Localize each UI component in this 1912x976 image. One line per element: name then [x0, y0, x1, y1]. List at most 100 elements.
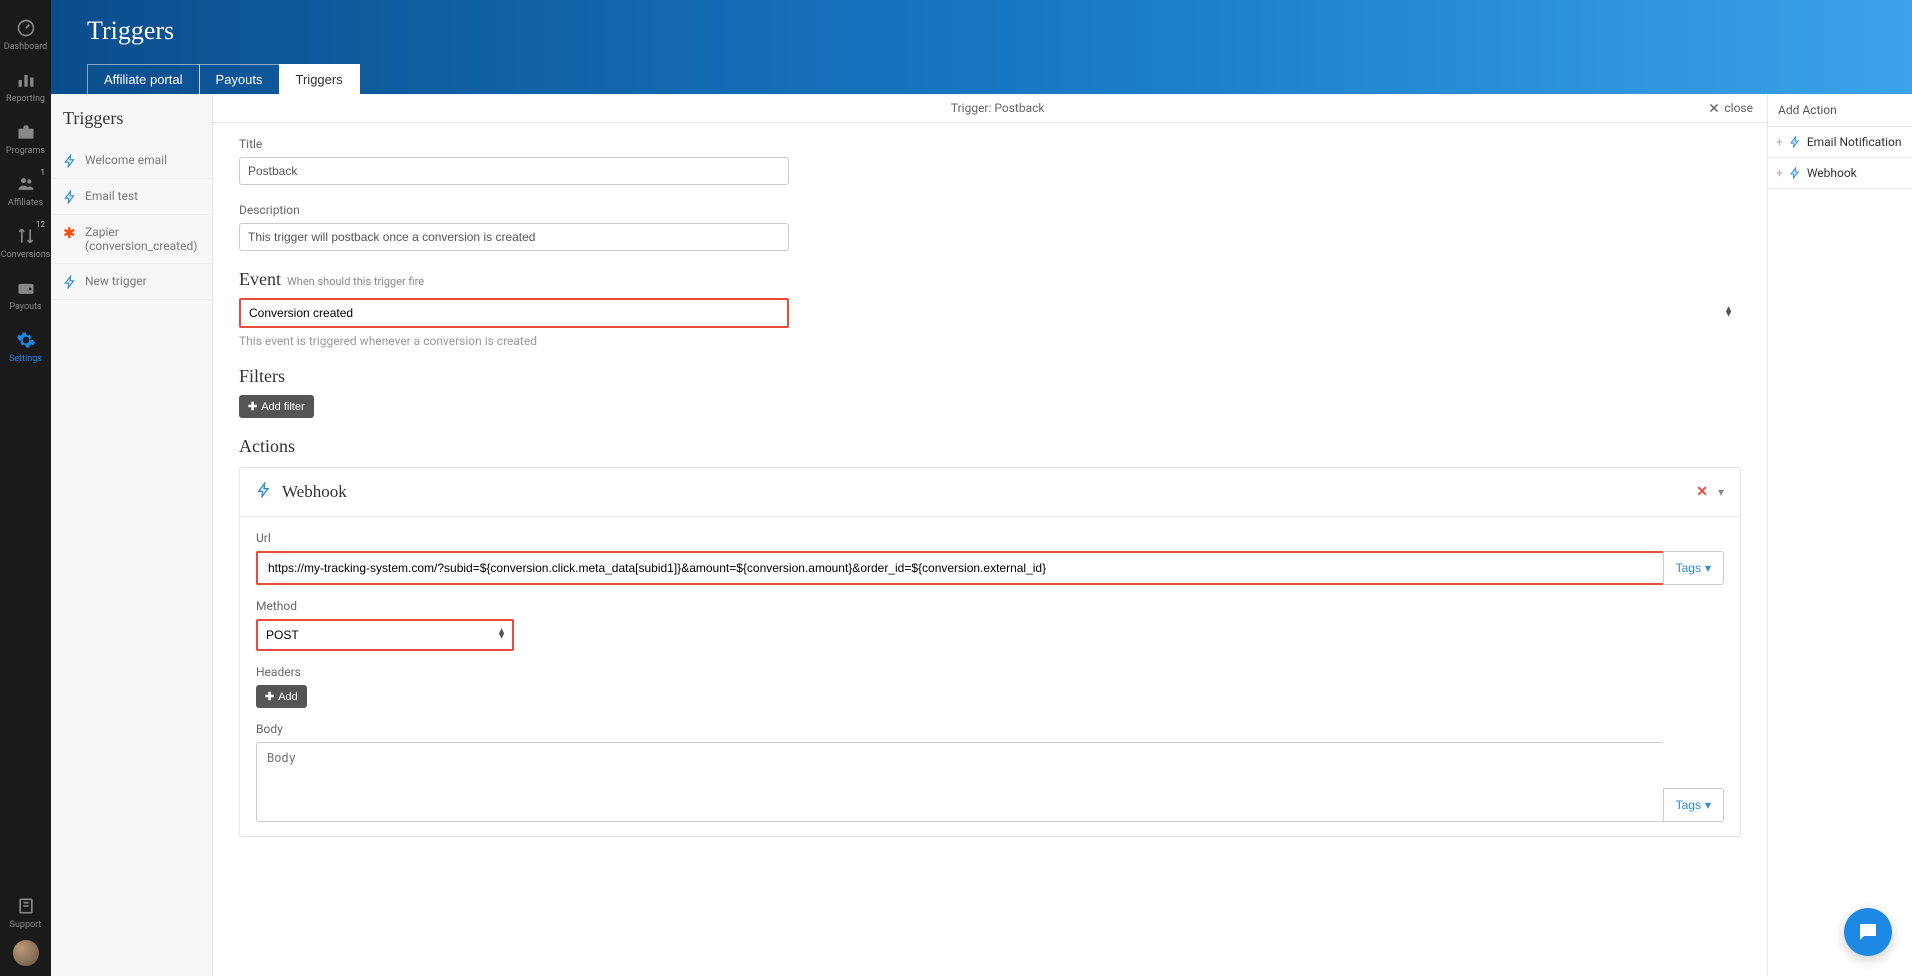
event-section-title: Event [239, 269, 281, 290]
nav-affiliates-label: Affiliates [8, 198, 43, 208]
tabs: Affiliate portal Payouts Triggers [87, 64, 1912, 94]
chat-icon [1856, 920, 1880, 944]
wallet-icon [16, 278, 36, 298]
triggers-sidebar: Triggers Welcome email Email test ✱ Zapi… [51, 94, 213, 976]
lightning-icon [63, 275, 77, 289]
add-action-panel: Add Action + Email Notification + Webhoo… [1767, 94, 1912, 976]
filters-section-title: Filters [239, 366, 285, 387]
chevron-down-icon[interactable]: ▾ [1718, 485, 1724, 499]
nav-payouts-label: Payouts [9, 302, 41, 312]
add-header-label: Add [278, 691, 298, 703]
caret-down-icon: ▾ [1705, 561, 1711, 575]
nav-settings-label: Settings [9, 354, 42, 364]
tab-affiliate-portal[interactable]: Affiliate portal [87, 64, 200, 94]
add-filter-label: Add filter [261, 401, 304, 413]
action-card-title: Webhook [282, 482, 347, 502]
close-label: close [1724, 101, 1753, 115]
add-action-label: Email Notification [1807, 135, 1902, 149]
nav-settings[interactable]: Settings [0, 322, 51, 374]
briefcase-icon [16, 122, 36, 142]
exchange-icon [16, 226, 36, 246]
trigger-item-email-test[interactable]: Email test [51, 179, 212, 215]
trigger-item-label: New trigger [85, 274, 147, 288]
event-helper: This event is triggered whenever a conve… [239, 334, 1741, 348]
method-label: Method [256, 599, 1724, 613]
caret-down-icon: ▾ [1705, 798, 1711, 812]
event-select[interactable]: Conversion created [239, 298, 789, 328]
chart-icon [16, 70, 36, 90]
event-section-sub: When should this trigger fire [287, 275, 424, 288]
method-select[interactable]: POST [256, 619, 514, 651]
tags-button[interactable]: Tags ▾ [1663, 551, 1724, 585]
users-icon [16, 174, 36, 194]
editor-header-title: Trigger: Postback [287, 101, 1708, 115]
add-action-title: Add Action [1768, 94, 1912, 127]
plus-icon: ✚ [265, 690, 274, 703]
lightning-icon [63, 190, 77, 204]
plus-icon: + [1776, 135, 1783, 149]
url-label: Url [256, 531, 1724, 545]
trigger-item-zapier[interactable]: ✱ Zapier (conversion_created) [51, 215, 212, 264]
title-label: Title [239, 137, 1741, 151]
add-action-webhook[interactable]: + Webhook [1768, 158, 1912, 189]
dashboard-icon [16, 18, 36, 38]
nav-affiliates[interactable]: 1 Affiliates [0, 166, 51, 218]
nav-programs-label: Programs [6, 146, 45, 156]
body-label: Body [256, 722, 1724, 736]
remove-action-button[interactable]: ✕ [1696, 484, 1708, 500]
trigger-item-welcome-email[interactable]: Welcome email [51, 143, 212, 179]
triggers-sidebar-title: Triggers [51, 94, 212, 143]
trigger-editor: Trigger: Postback close Title Descriptio… [213, 94, 1767, 976]
nav-affiliates-badge: 1 [41, 168, 46, 177]
nav-conversions-label: Conversions [1, 250, 51, 260]
page-title: Triggers [87, 16, 1912, 46]
nav-conversions-badge: 12 [36, 220, 45, 229]
trigger-item-label: Zapier (conversion_created) [85, 225, 200, 253]
lightning-icon [1789, 136, 1801, 148]
nav-support-label: Support [10, 920, 42, 930]
zapier-icon: ✱ [63, 226, 77, 240]
url-input[interactable] [256, 551, 1663, 585]
add-action-email[interactable]: + Email Notification [1768, 127, 1912, 158]
user-avatar[interactable] [13, 940, 39, 966]
add-action-label: Webhook [1807, 166, 1857, 180]
nav-support[interactable]: Support [0, 888, 51, 940]
tab-payouts[interactable]: Payouts [199, 64, 280, 94]
description-label: Description [239, 203, 1741, 217]
body-textarea[interactable] [256, 742, 1663, 822]
headers-label: Headers [256, 665, 1724, 679]
editor-header: Trigger: Postback close [213, 94, 1767, 123]
nav-rail: Dashboard Reporting Programs 1 Affiliate… [0, 0, 51, 976]
trigger-item-label: Welcome email [85, 153, 167, 167]
lightning-icon [256, 482, 272, 502]
trigger-item-new[interactable]: New trigger [51, 264, 212, 300]
page-banner: Triggers Affiliate portal Payouts Trigge… [51, 0, 1912, 94]
action-card-webhook: Webhook ✕ ▾ Url Tags ▾ [239, 467, 1741, 837]
nav-dashboard[interactable]: Dashboard [0, 10, 51, 62]
tags-label: Tags [1676, 561, 1701, 575]
nav-conversions[interactable]: 12 Conversions [0, 218, 51, 270]
nav-reporting[interactable]: Reporting [0, 62, 51, 114]
nav-dashboard-label: Dashboard [4, 42, 48, 52]
gear-icon [16, 330, 36, 350]
lightning-icon [1789, 167, 1801, 179]
lightning-icon [63, 154, 77, 168]
nav-reporting-label: Reporting [6, 94, 45, 104]
chevron-updown-icon: ▲▼ [1724, 308, 1733, 319]
actions-section-title: Actions [239, 436, 295, 457]
nav-payouts[interactable]: Payouts [0, 270, 51, 322]
plus-icon: ✚ [248, 400, 257, 413]
trigger-item-label: Email test [85, 189, 138, 203]
title-input[interactable] [239, 157, 789, 185]
body-tags-button[interactable]: Tags ▾ [1663, 788, 1724, 822]
tags-label: Tags [1676, 798, 1701, 812]
close-icon [1708, 102, 1720, 114]
close-button[interactable]: close [1708, 101, 1753, 115]
tab-triggers[interactable]: Triggers [279, 64, 360, 94]
intercom-launcher[interactable] [1844, 908, 1892, 956]
description-input[interactable] [239, 223, 789, 251]
nav-programs[interactable]: Programs [0, 114, 51, 166]
add-filter-button[interactable]: ✚ Add filter [239, 395, 314, 418]
add-header-button[interactable]: ✚ Add [256, 685, 307, 708]
book-icon [16, 896, 36, 916]
